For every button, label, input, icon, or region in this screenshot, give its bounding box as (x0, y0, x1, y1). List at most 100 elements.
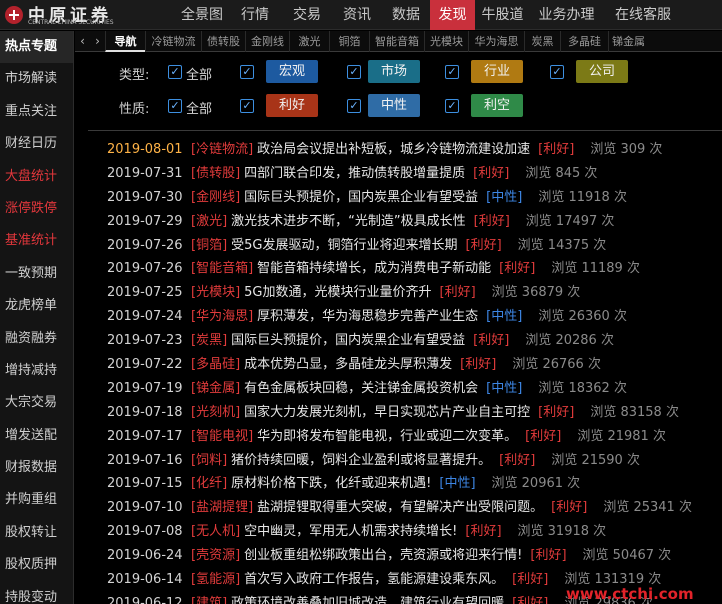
topic-tab[interactable]: 光模块 (424, 30, 468, 52)
news-category[interactable]: [金刚线] (191, 186, 240, 210)
topic-tab[interactable]: 锑金属 (608, 30, 648, 52)
news-title[interactable]: 厚积薄发，华为海思稳步完善产业生态 (257, 305, 478, 329)
news-title[interactable]: 政策环境改善叠加旧城改造，建筑行业有望回暖 (231, 592, 504, 604)
news-category[interactable]: [盐湖提锂] (191, 496, 253, 520)
news-row[interactable]: 2019-07-31 [债转股] 四部门联合印发，推动债转股增量提质 [利好] 浏览 8… (88, 162, 722, 186)
sidebar-item[interactable]: 财报数据 (0, 452, 73, 484)
sidebar-item[interactable]: 增持减持 (0, 355, 73, 387)
nav-item[interactable]: 业务办理 (530, 0, 603, 30)
news-category[interactable]: [冷链物流] (191, 138, 253, 162)
news-category[interactable]: [光模块] (191, 281, 240, 305)
type_options-checkbox[interactable]: ✓ (445, 65, 459, 79)
news-category[interactable]: [无人机] (191, 520, 240, 544)
news-row[interactable]: 2019-08-01 [冷链物流] 政治局会议提出补短板，城乡冷链物流建设加速 [利好… (88, 138, 722, 162)
nav-item[interactable]: 全景图 (176, 0, 228, 30)
nature_options-checkbox[interactable]: ✓ (445, 99, 459, 113)
news-title[interactable]: 原材料价格下跌，化纤或迎来机遇! (231, 472, 431, 496)
sidebar-item[interactable]: 财经日历 (0, 128, 73, 160)
news-row[interactable]: 2019-07-15 [化纤] 原材料价格下跌，化纤或迎来机遇! [中性] 浏览 209… (88, 472, 722, 496)
news-category[interactable]: [化纤] (191, 472, 227, 496)
nature-all-checkbox[interactable]: ✓ (168, 99, 182, 113)
type_options-pill[interactable]: 公司 (576, 60, 628, 83)
nav-item[interactable]: 发现 (430, 0, 475, 30)
sidebar-item[interactable]: 大宗交易 (0, 387, 73, 419)
news-row[interactable]: 2019-07-29 [激光] 激光技术进步不断，“光制造”极具成长性 [利好] 浏览 … (88, 210, 722, 234)
type_options-pill[interactable]: 市场 (368, 60, 420, 83)
sidebar-item[interactable]: 并购重组 (0, 484, 73, 516)
news-row[interactable]: 2019-07-26 [智能音箱] 智能音箱持续增长，成为消费电子新动能 [利好] 浏览… (88, 257, 722, 281)
news-title[interactable]: 华为即将发布智能电视，行业或迎二次变革。 (257, 425, 517, 449)
news-category[interactable]: [铜箔] (191, 234, 227, 258)
news-row[interactable]: 2019-07-26 [铜箔] 受5G发展驱动，铜箔行业将迎来增长期 [利好] 浏览 1… (88, 234, 722, 258)
news-category[interactable]: [炭黑] (191, 329, 227, 353)
news-title[interactable]: 国际巨头预提价，国内炭黑企业有望受益 (244, 186, 478, 210)
sidebar-item[interactable]: 持股变动 (0, 582, 73, 604)
news-category[interactable]: [华为海思] (191, 305, 253, 329)
news-title[interactable]: 受5G发展驱动，铜箔行业将迎来增长期 (231, 234, 457, 258)
sidebar-item[interactable]: 大盘统计 (0, 161, 73, 193)
sidebar-item[interactable]: 一致预期 (0, 258, 73, 290)
topic-tab[interactable]: 多晶硅 (560, 30, 608, 52)
news-title[interactable]: 首次写入政府工作报告，氢能源建设乘东风。 (244, 568, 504, 592)
news-title[interactable]: 盐湖提锂取得重大突破，有望解决产出受限问题。 (257, 496, 543, 520)
type_options-checkbox[interactable]: ✓ (550, 65, 564, 79)
news-title[interactable]: 5G加数通，光模块行业量价齐升 (244, 281, 431, 305)
sidebar-item[interactable]: 融资融券 (0, 323, 73, 355)
nav-item[interactable]: 牛股道 (475, 0, 530, 30)
sidebar-item[interactable]: 股权转让 (0, 517, 73, 549)
nature_options-pill[interactable]: 利好 (266, 94, 318, 117)
news-category[interactable]: [智能音箱] (191, 257, 253, 281)
news-title[interactable]: 激光技术进步不断，“光制造”极具成长性 (231, 210, 465, 234)
news-row[interactable]: 2019-07-16 [饲料] 猪价持续回暖，饲料企业盈利或将显著提升。 [利好] 浏览… (88, 449, 722, 473)
type_options-pill[interactable]: 宏观 (266, 60, 318, 83)
news-category[interactable]: [壳资源] (191, 544, 240, 568)
news-row[interactable]: 2019-07-23 [炭黑] 国际巨头预提价，国内炭黑企业有望受益 [利好] 浏览 2… (88, 329, 722, 353)
type-all-checkbox[interactable]: ✓ (168, 65, 182, 79)
news-title[interactable]: 创业板重组松绑政策出台，壳资源或将迎来行情! (244, 544, 522, 568)
news-title[interactable]: 有色金属板块回稳，关注锑金属投资机会 (244, 377, 478, 401)
nav-item[interactable]: 交易 (282, 0, 332, 30)
news-row[interactable]: 2019-07-19 [锑金属] 有色金属板块回稳，关注锑金属投资机会 [中性] 浏览 … (88, 377, 722, 401)
news-category[interactable]: [锑金属] (191, 377, 240, 401)
topic-tab[interactable]: 金刚线 (245, 30, 289, 52)
topic-tab[interactable]: 冷链物流 (145, 30, 201, 52)
news-category[interactable]: [光刻机] (191, 401, 240, 425)
news-category[interactable]: [激光] (191, 210, 227, 234)
sidebar-item[interactable]: 涨停跌停 (0, 193, 73, 225)
news-title[interactable]: 四部门联合印发，推动债转股增量提质 (244, 162, 465, 186)
type_options-checkbox[interactable]: ✓ (347, 65, 361, 79)
news-title[interactable]: 空中幽灵，军用无人机需求持续增长! (244, 520, 457, 544)
nav-item[interactable]: 行情 (228, 0, 282, 30)
nature_options-checkbox[interactable]: ✓ (240, 99, 254, 113)
topic-tab[interactable]: 炭黑 (524, 30, 560, 52)
news-row[interactable]: 2019-07-08 [无人机] 空中幽灵，军用无人机需求持续增长! [利好] 浏览 3… (88, 520, 722, 544)
nature_options-checkbox[interactable]: ✓ (347, 99, 361, 113)
topic-tab[interactable]: 铜箔 (329, 30, 369, 52)
sidebar-item[interactable]: 热点专题 (0, 31, 73, 64)
news-title[interactable]: 国家大力发展光刻机，早日实现芯片产业自主可控 (244, 401, 530, 425)
sidebar-item[interactable]: 增发送配 (0, 420, 73, 452)
news-title[interactable]: 智能音箱持续增长，成为消费电子新动能 (257, 257, 491, 281)
sidebar-item[interactable]: 股权质押 (0, 549, 73, 581)
news-title[interactable]: 成本优势凸显，多晶硅龙头厚积薄发 (244, 353, 452, 377)
topic-tab[interactable]: 智能音箱 (369, 30, 424, 52)
nav-item[interactable]: 数据 (382, 0, 430, 30)
tab-scroll-right-icon[interactable]: › (95, 34, 100, 48)
sidebar-item[interactable]: 龙虎榜单 (0, 290, 73, 322)
type_options-checkbox[interactable]: ✓ (240, 65, 254, 79)
nav-item[interactable]: 资讯 (332, 0, 382, 30)
news-row[interactable]: 2019-07-30 [金刚线] 国际巨头预提价，国内炭黑企业有望受益 [中性] 浏览 … (88, 186, 722, 210)
sidebar-item[interactable]: 市场解读 (0, 63, 73, 95)
tab-scroll-left-icon[interactable]: ‹ (80, 34, 85, 48)
news-category[interactable]: [饲料] (191, 449, 227, 473)
news-category[interactable]: [债转股] (191, 162, 240, 186)
news-row[interactable]: 2019-07-17 [智能电视] 华为即将发布智能电视，行业或迎二次变革。 [利好]… (88, 425, 722, 449)
topic-tab[interactable]: 债转股 (201, 30, 245, 52)
nav-item[interactable]: 在线客服 (603, 0, 683, 30)
topic-tab[interactable]: 激光 (289, 30, 329, 52)
news-category[interactable]: [氢能源] (191, 568, 240, 592)
topic-tab[interactable]: 华为海思 (468, 30, 524, 52)
news-row[interactable]: 2019-07-25 [光模块] 5G加数通，光模块行业量价齐升 [利好] 浏览 368… (88, 281, 722, 305)
news-row[interactable]: 2019-07-18 [光刻机] 国家大力发展光刻机，早日实现芯片产业自主可控 [利好… (88, 401, 722, 425)
nature_options-pill[interactable]: 中性 (368, 94, 420, 117)
